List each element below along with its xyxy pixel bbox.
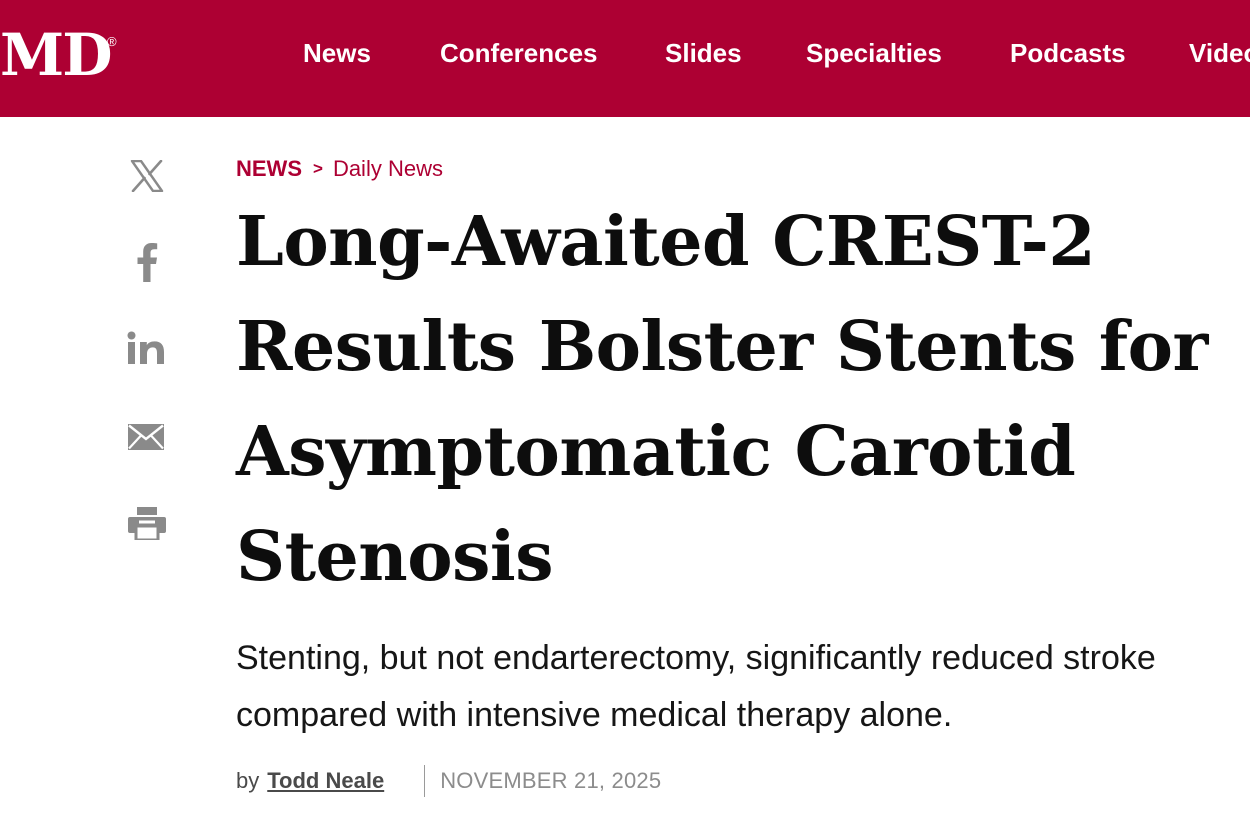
publish-date: NOVEMBER 21, 2025: [440, 768, 662, 793]
print-icon[interactable]: [128, 507, 166, 540]
nav-slides[interactable]: Slides: [665, 36, 742, 70]
article-headline: Long-Awaited CREST-2 Results Bolster Ste…: [236, 202, 1208, 597]
email-icon[interactable]: [128, 424, 164, 450]
site-logo[interactable]: MD: [0, 22, 112, 88]
linkedin-icon[interactable]: [127, 331, 165, 365]
x-icon[interactable]: [130, 160, 164, 192]
nav-video[interactable]: Video: [1189, 36, 1250, 70]
nav-conferences[interactable]: Conferences: [440, 36, 598, 70]
registered-mark: ®: [107, 34, 117, 49]
article-deck: Stenting, but not endarterectomy, signif…: [236, 630, 1250, 750]
breadcrumb-separator-icon: >: [313, 159, 323, 178]
nav-specialties[interactable]: Specialties: [806, 36, 942, 70]
byline: by Todd Neale NOVEMBER 21, 2025: [236, 764, 661, 798]
facebook-icon[interactable]: [136, 242, 158, 282]
byline-divider: [424, 765, 426, 797]
breadcrumb-section-link[interactable]: NEWS: [236, 156, 302, 182]
site-header: MD ® News Conferences Slides Specialties…: [0, 0, 1250, 117]
author-link[interactable]: Todd Neale: [267, 768, 384, 794]
breadcrumb-subsection-link[interactable]: Daily News: [333, 156, 443, 182]
nav-news[interactable]: News: [303, 36, 371, 70]
deck-line: compared with intensive medical therapy …: [236, 696, 953, 734]
breadcrumb: NEWS > Daily News: [236, 153, 443, 185]
byline-prefix: by: [236, 768, 260, 793]
deck-line: Stenting, but not endarterectomy, signif…: [236, 639, 1156, 677]
nav-podcasts[interactable]: Podcasts: [1010, 36, 1126, 70]
